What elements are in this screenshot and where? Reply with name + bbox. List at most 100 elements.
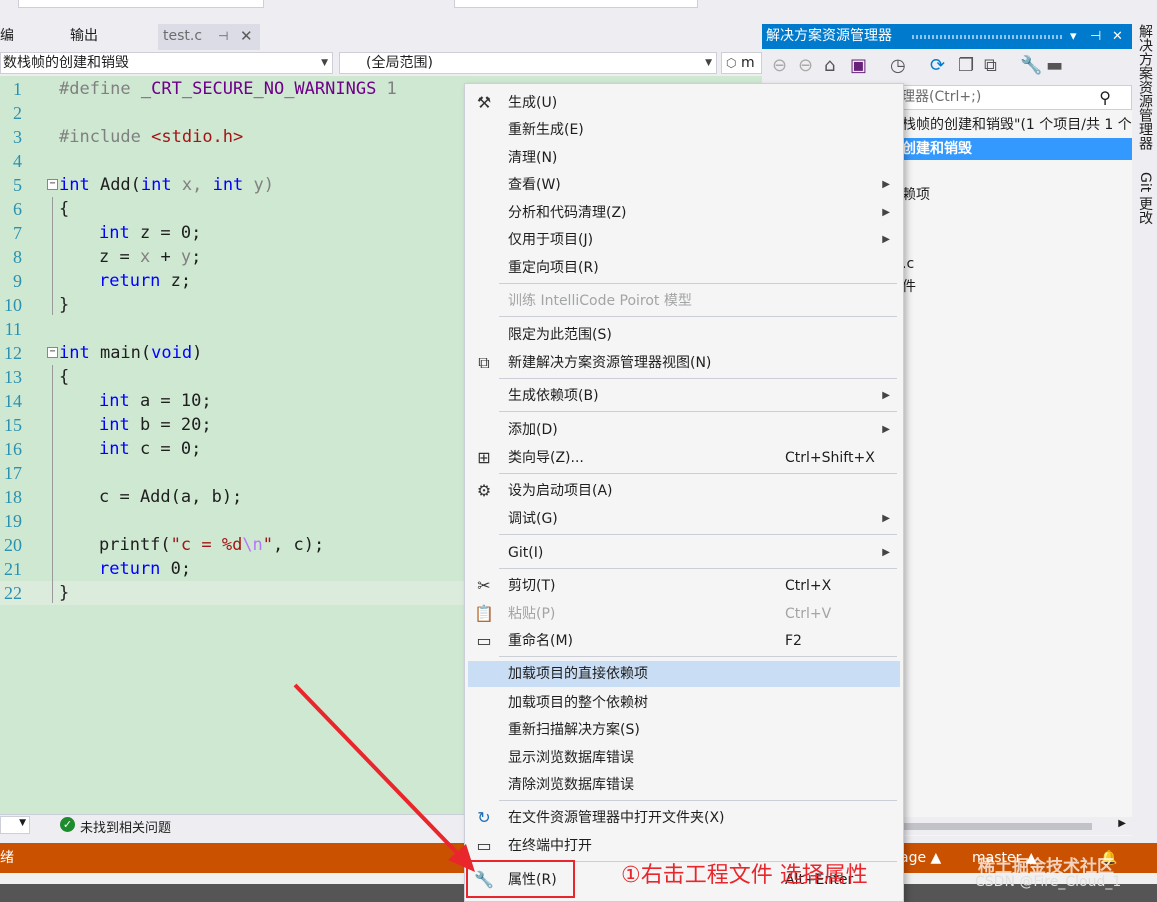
tab-output[interactable]: 输出 (70, 24, 130, 50)
build-icon: ⚒ (476, 93, 492, 112)
member-combo[interactable]: ⬡ m (721, 52, 762, 74)
menu-item-build[interactable]: ⚒ 生成(U) (468, 90, 900, 116)
drag-handle[interactable] (912, 35, 1062, 39)
menu-item-git[interactable]: Git(I) ▶ (468, 540, 900, 566)
line-number: 17 (4, 463, 22, 483)
pin-icon[interactable]: ⊣ (218, 24, 228, 48)
menu-item-show-browse-errors[interactable]: 显示浏览数据库错误 (468, 745, 900, 771)
line-number: 21 (4, 559, 22, 579)
close-icon[interactable]: ✕ (240, 24, 253, 48)
line-number: 14 (4, 391, 22, 411)
wrench-icon[interactable]: 🔧 (1020, 55, 1042, 76)
scrollbar-thumb[interactable] (902, 823, 1092, 830)
line-number: 20 (4, 535, 22, 555)
menu-item-rename[interactable]: ▭ 重命名(M) F2 (468, 628, 900, 654)
check-icon: ✓ (60, 817, 75, 832)
project-combo-value: 数栈帧的创建和销毁 (3, 55, 129, 71)
history-icon[interactable]: ◷ (890, 55, 906, 76)
tab-git-changes[interactable]: Git 更改 (1135, 172, 1155, 225)
menu-item-open-terminal[interactable]: ▭ 在终端中打开 (468, 833, 900, 859)
collapse-all-icon[interactable]: ❐ (958, 55, 974, 76)
line-number: 7 (13, 223, 22, 243)
line-number: 9 (13, 271, 22, 291)
switch-view-icon[interactable]: ▣ (850, 55, 867, 76)
show-all-files-icon[interactable]: ⧉ (984, 55, 997, 76)
line-number: 10 (4, 295, 22, 315)
menu-item-analyze[interactable]: 分析和代码清理(Z) ▶ (468, 200, 900, 226)
line-number: 2 (13, 103, 22, 123)
pin-icon[interactable]: ⊣ (1090, 24, 1101, 49)
menu-item-load-direct-deps[interactable]: 加载项目的直接依赖项 (468, 661, 900, 687)
tab-partial[interactable]: 编 (0, 24, 30, 50)
menu-item-debug[interactable]: 调试(G) ▶ (468, 506, 900, 532)
menu-item-add[interactable]: 添加(D) ▶ (468, 417, 900, 443)
chevron-down-icon: ▼ (321, 58, 328, 68)
menu-separator (499, 283, 897, 284)
menu-item-view[interactable]: 查看(W) ▶ (468, 172, 900, 198)
submenu-arrow-icon: ▶ (882, 513, 890, 524)
submenu-arrow-icon: ▶ (882, 234, 890, 245)
line-number: 6 (13, 199, 22, 219)
line-number: 1 (13, 79, 22, 99)
line-number: 16 (4, 439, 22, 459)
collapse-icon[interactable]: − (47, 179, 58, 190)
line-number: 8 (13, 247, 22, 267)
menu-item-intellicode: 训练 IntelliCode Poirot 模型 (508, 293, 692, 309)
line-number: 11 (4, 319, 22, 339)
dropdown-icon[interactable]: ▾ (1070, 24, 1077, 49)
line-number: 18 (4, 487, 22, 507)
scope-combo[interactable]: (全局范围) ▼ (339, 52, 717, 74)
document-tab-strip: 编 输出 test.c ⊣ ✕ (0, 24, 762, 50)
menu-item-set-startup[interactable]: ⚙ 设为启动项目(A) (468, 478, 900, 504)
menu-item-rebuild[interactable]: 重新生成(E) (468, 117, 900, 143)
gear-icon: ⚙ (476, 481, 492, 500)
paste-icon: 📋 (474, 604, 494, 623)
scroll-right-icon[interactable]: ▶ (1118, 818, 1126, 829)
menu-item-open-folder[interactable]: ↻ 在文件资源管理器中打开文件夹(X) (468, 805, 900, 831)
search-icon[interactable]: ⚲ (1099, 86, 1111, 109)
menu-item-load-dep-tree[interactable]: 加载项目的整个依赖树 (468, 690, 900, 716)
scope-combo-value: (全局范围) (366, 55, 433, 71)
line-number: 12 (4, 343, 22, 363)
menu-item-class-wizard[interactable]: ⊞ 类向导(Z)... Ctrl+Shift+X (468, 445, 900, 471)
menu-item-new-view[interactable]: ⧉ 新建解决方案资源管理器视图(N) (468, 350, 900, 376)
status-language[interactable]: age ▲ (900, 843, 941, 873)
menu-item-retarget[interactable]: 重定向项目(R) (468, 255, 900, 281)
toolbar-combo[interactable] (18, 0, 264, 8)
menu-separator (499, 316, 897, 317)
new-view-icon: ⧉ (478, 353, 490, 372)
menu-separator (499, 378, 897, 379)
csdn-watermark: CSDN @Fire_Cloud_1 (975, 874, 1122, 890)
zoom-combo[interactable]: ▼ (0, 816, 30, 834)
tab-test-c[interactable]: test.c ⊣ ✕ (158, 24, 260, 50)
back-icon[interactable]: ⊖ (772, 55, 787, 76)
line-number: 22 (4, 583, 22, 603)
cube-icon: ⬡ (726, 56, 737, 70)
menu-separator (499, 800, 897, 801)
solution-explorer-title: 解决方案资源管理器 ▾ ⊣ ✕ (762, 24, 1132, 49)
project-combo[interactable]: 数栈帧的创建和销毁 ▼ (0, 52, 333, 74)
home-icon[interactable]: ⌂ (824, 55, 835, 76)
status-ready: 绪 (0, 850, 14, 866)
forward-icon[interactable]: ⊖ (798, 55, 813, 76)
menu-item-rescan[interactable]: 重新扫描解决方案(S) (468, 717, 900, 743)
toolbar-combo[interactable] (454, 0, 698, 8)
menu-item-clean[interactable]: 清理(N) (468, 145, 900, 171)
line-number: 15 (4, 415, 22, 435)
menu-item-build-deps[interactable]: 生成依赖项(B) ▶ (468, 383, 900, 409)
menu-item-project-only[interactable]: 仅用于项目(J) ▶ (468, 227, 900, 253)
tab-solution-explorer[interactable]: 解决方案资源管理器 (1135, 24, 1155, 150)
rename-icon: ▭ (476, 631, 492, 650)
menu-item-scope[interactable]: 限定为此范围(S) (468, 322, 900, 348)
menu-item-cut[interactable]: ✂ 剪切(T) Ctrl+X (468, 573, 900, 599)
collapse-icon[interactable]: − (47, 347, 58, 358)
issues-status[interactable]: 未找到相关问题 (80, 817, 171, 836)
menu-item-clear-browse-errors[interactable]: 清除浏览数据库错误 (468, 772, 900, 798)
sync-icon[interactable]: ⟳ (930, 55, 945, 76)
close-icon[interactable]: ✕ (1112, 24, 1123, 49)
line-number: 4 (13, 151, 22, 171)
top-toolbar (0, 0, 1157, 24)
minus-icon[interactable]: ▬ (1046, 55, 1063, 76)
menu-separator (499, 534, 897, 535)
line-number: 3 (13, 127, 22, 147)
